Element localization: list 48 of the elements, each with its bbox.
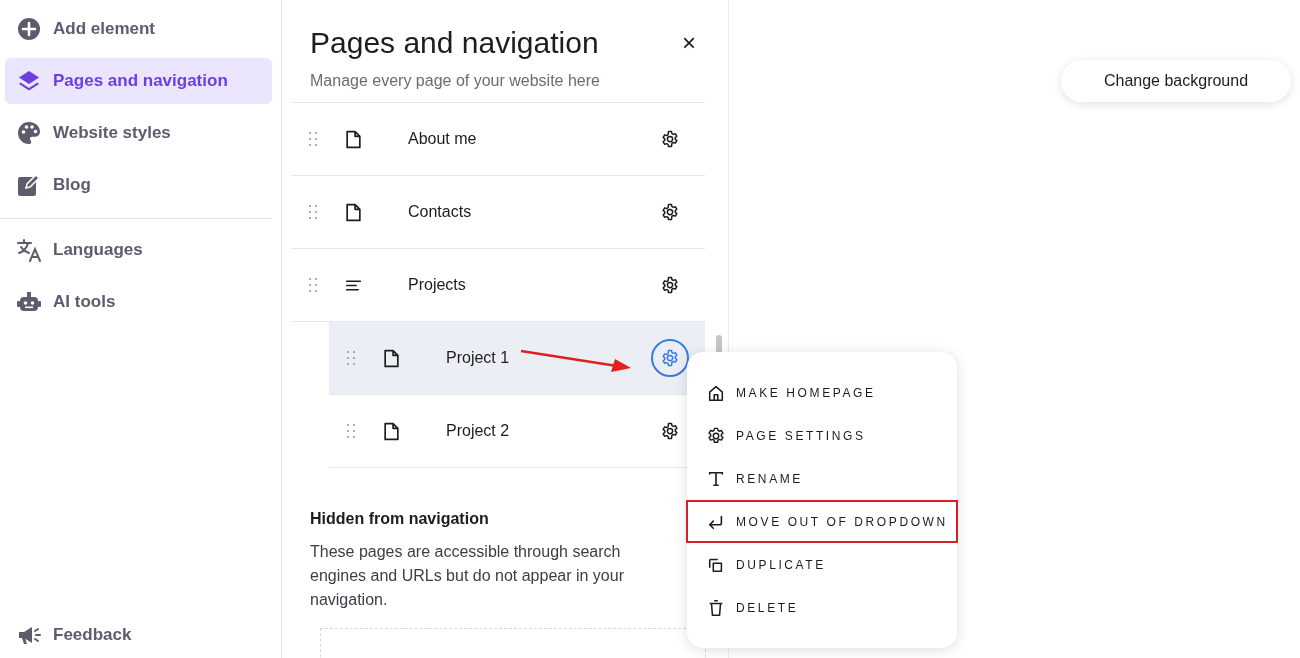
page-icon <box>345 129 362 149</box>
sidebar-item[interactable]: AI tools <box>5 279 272 325</box>
feedback-link[interactable]: Feedback <box>5 612 272 658</box>
close-button[interactable]: × <box>678 29 700 57</box>
settings-icon <box>661 203 679 221</box>
page-icon <box>383 421 400 441</box>
drag-handle-icon[interactable] <box>346 423 356 439</box>
palette-icon <box>17 121 41 145</box>
settings-icon <box>661 349 679 367</box>
page-name: Contacts <box>408 203 472 221</box>
sidebar-item[interactable]: Languages <box>5 227 272 273</box>
sidebar-item[interactable]: Add element <box>5 6 272 52</box>
layers-icon <box>17 69 41 93</box>
settings-icon <box>661 422 679 440</box>
page-icon <box>345 202 362 222</box>
panel-subtitle: Manage every page of your website here <box>310 72 601 90</box>
drag-handle-icon[interactable] <box>346 350 356 366</box>
sidebar-item[interactable]: Website styles <box>5 110 272 156</box>
translate-icon <box>17 238 41 262</box>
text-icon <box>707 469 725 488</box>
trash-icon <box>707 598 725 617</box>
robot-icon <box>17 290 41 314</box>
settings-icon <box>707 426 725 445</box>
plus-circle-icon <box>17 17 41 41</box>
section-description: These pages are accessible through search engines and URLs but do not appear in your navigation. <box>310 542 625 610</box>
page-row[interactable]: About me <box>291 103 705 176</box>
drag-handle-icon[interactable] <box>308 277 318 293</box>
change-background-button[interactable]: Change background <box>1061 60 1291 102</box>
page-icon <box>383 348 400 368</box>
panel-title: Pages and navigation <box>310 26 599 60</box>
section-heading: Hidden from navigation <box>310 510 489 528</box>
drag-handle-icon[interactable] <box>308 204 318 220</box>
sidebar-item[interactable]: Pages and navigation <box>5 58 272 104</box>
page-name: Project 2 <box>446 422 510 440</box>
menu-item[interactable]: DUPLICATE <box>687 543 957 586</box>
menu-item[interactable]: MOVE OUT OF DROPDOWN <box>686 500 958 543</box>
menu-item[interactable]: DELETE <box>687 586 957 629</box>
page-name: About me <box>408 130 477 148</box>
page-name: Projects <box>408 276 466 294</box>
drag-handle-icon[interactable] <box>308 131 318 147</box>
page-row[interactable]: Project 1 <box>329 322 705 395</box>
home-icon <box>707 383 725 402</box>
page-row[interactable]: Contacts <box>291 176 705 249</box>
settings-icon <box>661 276 679 294</box>
settings-icon <box>661 130 679 148</box>
edit-icon <box>17 173 41 197</box>
page-name: Project 1 <box>446 349 510 367</box>
sidebar-item[interactable]: Blog <box>5 162 272 208</box>
